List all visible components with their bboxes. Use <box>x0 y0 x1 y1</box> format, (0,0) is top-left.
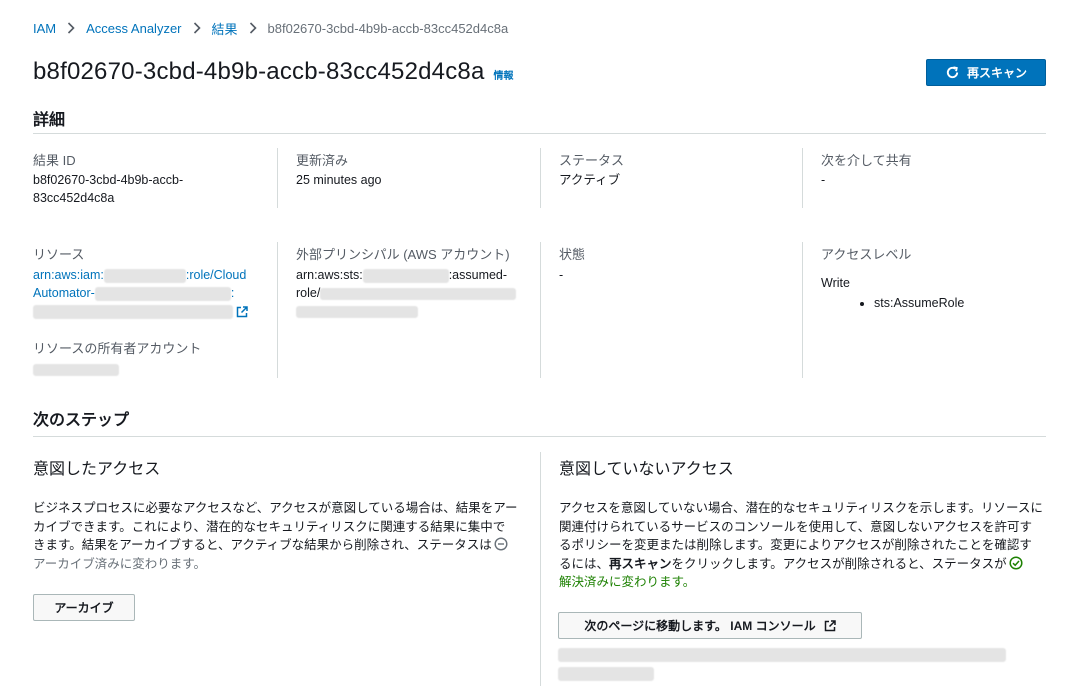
chevron-right-icon <box>238 22 268 34</box>
resource-arn-colon[interactable]: : <box>231 286 234 300</box>
status-value: アクティブ <box>559 173 621 187</box>
redacted-block <box>558 667 654 681</box>
column-divider <box>277 242 278 378</box>
redacted-role-suffix <box>33 304 233 319</box>
unintended-text-line: 関連付けられているサービスのコンソールを使用して、意図しないアクセスを許可す <box>559 519 1033 534</box>
unintended-text-line: るポリシーを変更または削除します。変更によりアクセスが削除されたことを確認す <box>559 538 1032 552</box>
redacted-principal-session <box>296 305 418 318</box>
resource-arn-line2[interactable]: Automator- <box>33 286 95 300</box>
intended-text-line: きます。結果をアーカイブすると、アクティブな結果から削除され、ステータスは <box>33 538 492 552</box>
principal-arn-mid: :assumed- <box>448 268 508 282</box>
details-divider <box>33 133 1046 134</box>
resource-arn-mid[interactable]: :role/Cloud <box>186 268 246 282</box>
archived-status-icon <box>494 537 508 551</box>
breadcrumb: IAM Access Analyzer 結果 b8f02670-3cbd-4b9… <box>33 19 508 37</box>
redacted-console-links <box>558 648 1006 681</box>
column-divider <box>540 148 541 208</box>
chevron-right-icon <box>182 22 212 34</box>
condition-label: 状態 <box>559 247 586 262</box>
intended-access-description: ビジネスプロセスに必要なアクセスなど、アクセスが意図している場合は、結果をアー … <box>33 499 533 573</box>
title-row: b8f02670-3cbd-4b9b-accb-83cc452d4c8a 情報 <box>33 58 514 86</box>
redacted-principal-account <box>362 268 449 283</box>
resource-arn-prefix[interactable]: arn:aws:iam: <box>33 268 104 282</box>
access-level-item: sts:AssumeRole <box>874 296 964 310</box>
unintended-text-line: アクセスを意図していない場合、潜在的なセキュリティリスクを示します。リソースに <box>559 501 1043 515</box>
access-level-value: Write <box>821 276 850 290</box>
resource-owner-value <box>33 360 119 378</box>
redacted-principal-role <box>320 287 517 300</box>
access-level-list: sts:AssumeRole <box>852 296 964 310</box>
principal-arn-prefix: arn:aws:sts: <box>296 268 363 282</box>
details-section-title: 詳細 <box>33 112 66 129</box>
page-title: b8f02670-3cbd-4b9b-accb-83cc452d4c8a <box>33 58 485 85</box>
column-divider <box>802 148 803 208</box>
redacted-block <box>558 648 1006 662</box>
finding-id-line2: 83cc452d4c8a <box>33 191 115 205</box>
go-to-iam-console-button[interactable]: 次のページに移動します。 IAM コンソール <box>558 612 862 639</box>
resource-owner-label: リソースの所有者アカウント <box>33 341 202 356</box>
finding-id-value: b8f02670-3cbd-4b9b-accb- 83cc452d4c8a <box>33 171 183 207</box>
intended-access-title: 意図したアクセス <box>33 461 161 478</box>
redacted-owner-account <box>33 363 119 376</box>
breadcrumb-access-analyzer[interactable]: Access Analyzer <box>86 21 181 36</box>
info-link[interactable]: 情報 <box>494 67 514 82</box>
resolved-status-text: 解決済みに変わります。 <box>559 575 696 589</box>
resource-arn-link[interactable]: arn:aws:iam: :role/Cloud Automator-: <box>33 266 263 320</box>
refresh-icon <box>946 66 959 79</box>
rescan-button-label: 再スキャン <box>966 66 1027 80</box>
updated-label: 更新済み <box>296 153 349 168</box>
shared-via-value: - <box>821 173 826 187</box>
chevron-right-icon <box>56 22 86 34</box>
principal-arn-line2: role/ <box>296 286 321 300</box>
resource-label: リソース <box>33 247 85 262</box>
next-steps-divider <box>33 436 1046 437</box>
column-divider <box>540 452 541 686</box>
breadcrumb-current: b8f02670-3cbd-4b9b-accb-83cc452d4c8a <box>267 20 509 36</box>
intended-text-line: カイブできます。これにより、潜在的なセキュリティリスクに関連する結果に集中で <box>33 519 506 534</box>
external-principal-value: arn:aws:sts: :assumed- role/ <box>296 266 528 320</box>
status-label: ステータス <box>559 153 625 168</box>
column-divider <box>540 242 541 378</box>
finding-id-line1: b8f02670-3cbd-4b9b-accb- <box>33 173 184 187</box>
unintended-text-post: をクリックします。アクセスが削除されると、ステータスが <box>671 556 1007 571</box>
column-divider <box>802 242 803 378</box>
redacted-account-id <box>103 268 186 283</box>
shared-via-label: 次を介して共有 <box>821 153 912 168</box>
breadcrumb-findings[interactable]: 結果 <box>212 19 238 38</box>
go-to-iam-console-label: 次のページに移動します。 IAM コンソール <box>584 619 816 633</box>
unintended-access-description: アクセスを意図していない場合、潜在的なセキュリティリスクを示します。リソースに … <box>559 499 1059 592</box>
finding-id-label: 結果 ID <box>33 153 76 168</box>
rescan-button[interactable]: 再スキャン <box>926 59 1046 86</box>
column-divider <box>277 148 278 208</box>
resolved-status-icon <box>1009 555 1023 570</box>
condition-value: - <box>559 268 564 282</box>
intended-text-line: ビジネスプロセスに必要なアクセスなど、アクセスが意図している場合は、結果をアー <box>33 501 518 515</box>
external-link-icon <box>824 619 836 631</box>
unintended-access-title: 意図していないアクセス <box>559 461 734 478</box>
unintended-text-pre: るには、 <box>559 556 610 571</box>
breadcrumb-iam[interactable]: IAM <box>33 21 56 36</box>
archive-button-label: アーカイブ <box>54 601 114 615</box>
redacted-role-name <box>94 286 231 301</box>
updated-value: 25 minutes ago <box>296 173 382 187</box>
access-level-label: アクセスレベル <box>821 247 912 262</box>
unintended-text-rescan: 再スキャン <box>609 556 672 571</box>
archive-button[interactable]: アーカイブ <box>33 594 135 621</box>
external-link-icon <box>237 305 249 317</box>
archived-status-text: アーカイブ済みに変わります。 <box>33 556 207 571</box>
next-steps-section-title: 次のステップ <box>33 412 130 429</box>
external-principal-label: 外部プリンシパル (AWS アカウント) <box>296 247 510 262</box>
